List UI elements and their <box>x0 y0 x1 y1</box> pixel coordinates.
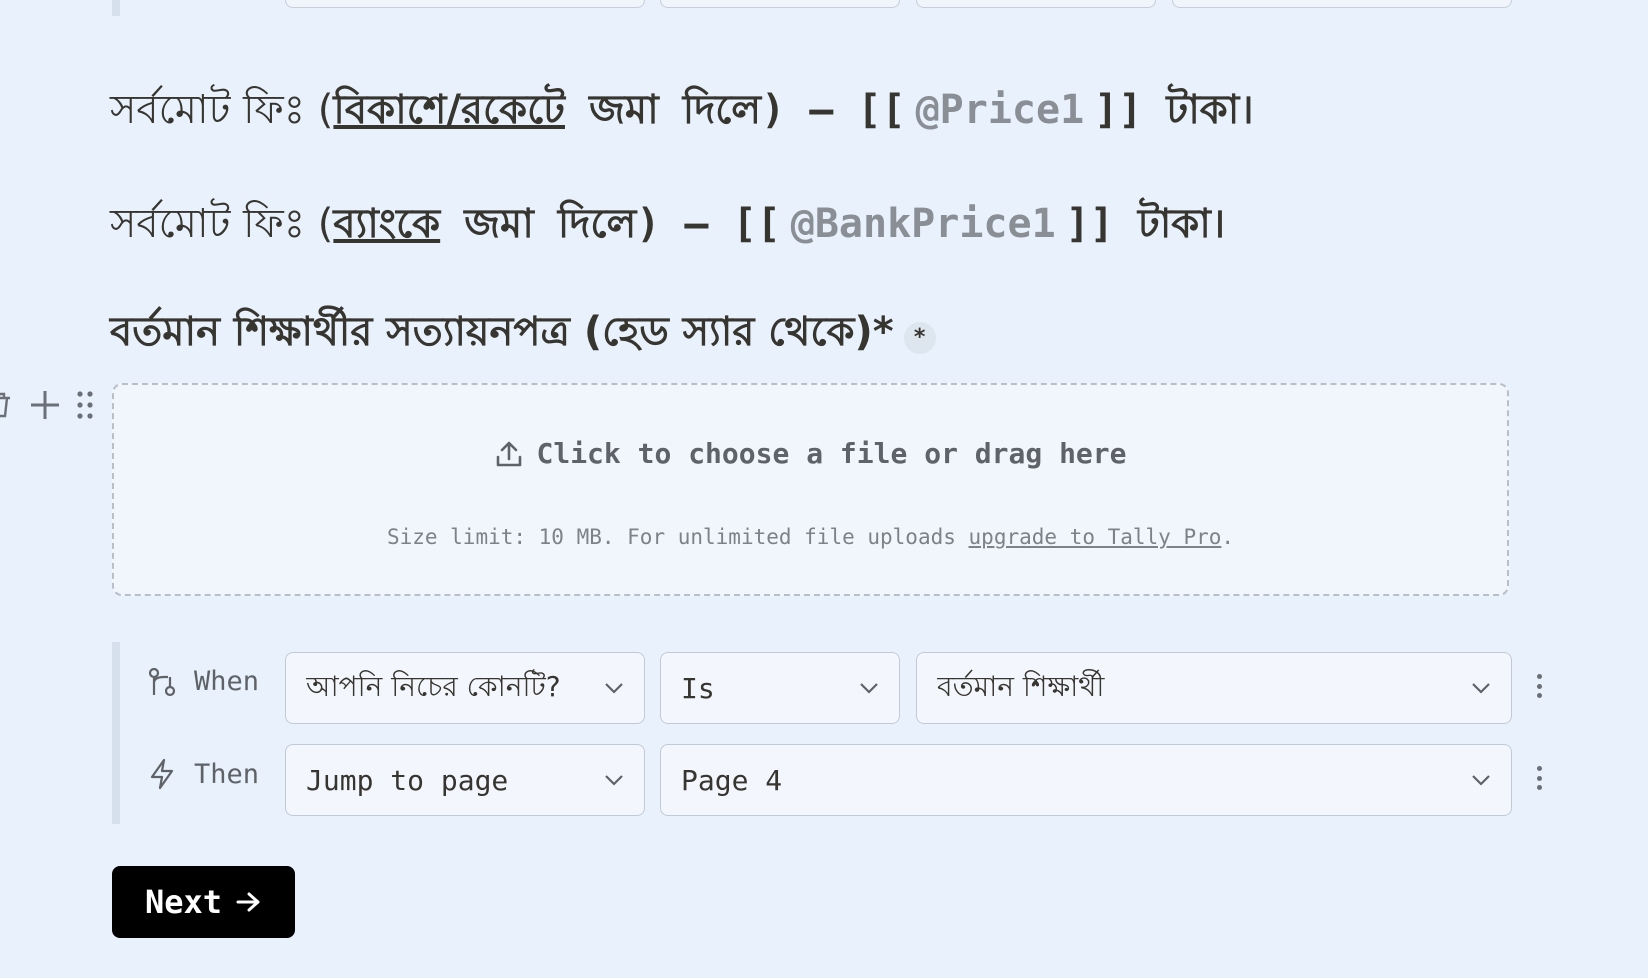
condition-icon <box>148 667 176 697</box>
fee-text: জমা দিলে) – [[ <box>440 201 781 247</box>
fee-text: ]] টাকা। <box>1094 87 1254 133</box>
arrow-right-icon <box>236 891 262 913</box>
previous-select-3[interactable] <box>916 0 1156 8</box>
size-limit-text: Size limit: 10 MB. For unlimited file up… <box>386 525 969 549</box>
required-toggle[interactable]: * <box>903 321 936 354</box>
lightning-icon <box>148 758 176 790</box>
when-row-label: When <box>148 666 259 697</box>
dropzone-note: Size limit: 10 MB. For unlimited file up… <box>114 525 1507 549</box>
logic-bar <box>112 642 120 824</box>
trash-icon[interactable] <box>0 390 14 420</box>
bank-link[interactable]: ব্যাংকে <box>333 201 440 247</box>
fee-text: সর্বমোট ফিঃ ( <box>110 87 334 133</box>
previous-select-2[interactable] <box>660 0 900 8</box>
chevron-down-icon <box>859 682 879 694</box>
block-tools <box>0 388 94 422</box>
upgrade-link[interactable]: upgrade to Tally Pro <box>969 525 1222 549</box>
drag-handle-icon[interactable] <box>76 390 94 420</box>
dropzone-prompt[interactable]: Click to choose a file or drag here <box>114 437 1507 470</box>
action-value: Jump to page <box>306 763 509 797</box>
fee-text: ]] টাকা। <box>1065 201 1226 247</box>
action-select[interactable]: Jump to page <box>285 744 645 816</box>
next-button[interactable]: Next <box>112 866 295 938</box>
fee-text: সর্বমোট ফিঃ ( <box>110 201 334 247</box>
chevron-down-icon <box>1471 774 1491 786</box>
previous-select-4[interactable] <box>1172 0 1512 8</box>
when-field-value: আপনি নিচের কোনটি? <box>306 669 561 703</box>
fee-text: জমা দিলে) – [[ <box>564 87 906 133</box>
price-variable: @Price1 <box>915 87 1085 133</box>
bkash-link[interactable]: বিকাশে/রকেটে <box>333 87 565 133</box>
bank-price-variable: @BankPrice1 <box>790 201 1056 247</box>
target-page-value: Page 4 <box>681 763 783 797</box>
file-dropzone[interactable]: Click to choose a file or drag here Size… <box>112 383 1509 596</box>
next-label: Next <box>144 883 223 921</box>
logic-bar-top <box>112 0 120 16</box>
then-row-label: Then <box>148 758 259 790</box>
bank-fee-line: সর্বমোট ফিঃ (ব্যাংকে জমা দিলে) – [[@Bank… <box>110 192 1225 259</box>
chevron-down-icon <box>604 682 624 694</box>
bkash-fee-line: সর্বমোট ফিঃ (বিকাশে/রকেটে জমা দিলে) – [[… <box>110 78 1254 145</box>
chevron-down-icon <box>1471 682 1491 694</box>
when-more-options-icon[interactable] <box>1537 674 1543 698</box>
size-limit-end: . <box>1221 525 1235 549</box>
then-more-options-icon[interactable] <box>1537 766 1543 790</box>
dropzone-prompt-text[interactable]: Click to choose a file or drag here <box>536 437 1126 470</box>
add-block-icon[interactable] <box>28 388 62 422</box>
question-title[interactable]: বর্তমান শিক্ষার্থীর সত্যায়নপত্র (হেড স্… <box>110 300 936 367</box>
chevron-down-icon <box>604 774 624 786</box>
target-page-select[interactable]: Page 4 <box>660 744 1512 816</box>
previous-select-1[interactable] <box>285 0 645 8</box>
then-label: Then <box>194 758 260 790</box>
value-select[interactable]: বর্তমান শিক্ষার্থী <box>916 652 1512 724</box>
when-field-select[interactable]: আপনি নিচের কোনটি? <box>285 652 645 724</box>
question-title-text[interactable]: বর্তমান শিক্ষার্থীর সত্যায়নপত্র (হেড স্… <box>110 300 894 367</box>
when-label: When <box>194 666 260 697</box>
operator-value: Is <box>681 671 715 705</box>
operator-select[interactable]: Is <box>660 652 900 724</box>
upload-icon <box>494 439 524 469</box>
condition-value: বর্তমান শিক্ষার্থী <box>937 669 1105 703</box>
